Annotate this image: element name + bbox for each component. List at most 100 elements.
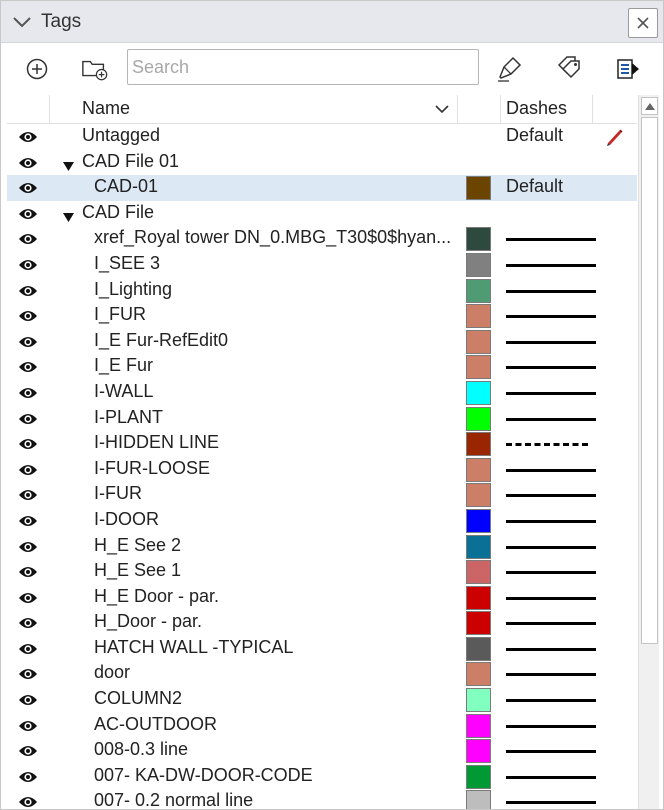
visibility-eye-icon[interactable] — [18, 206, 38, 222]
tag-row[interactable]: I-HIDDEN LINE — [7, 431, 637, 457]
tag-row[interactable]: I_SEE 3 — [7, 252, 637, 278]
tag-name[interactable]: Untagged — [82, 125, 160, 146]
solid-line-pattern[interactable] — [506, 315, 596, 319]
visibility-eye-icon[interactable] — [18, 487, 38, 503]
dashes-value[interactable]: Default — [506, 176, 563, 197]
visibility-eye-icon[interactable] — [18, 743, 38, 759]
tag-name[interactable]: I_FUR — [94, 304, 146, 325]
color-swatch[interactable] — [466, 406, 491, 431]
color-swatch[interactable] — [466, 764, 491, 789]
visibility-eye-icon[interactable] — [18, 257, 38, 273]
tag-row[interactable]: H_E Door - par. — [7, 585, 637, 611]
search-input[interactable] — [127, 49, 479, 85]
color-swatch[interactable] — [466, 688, 491, 713]
column-header-dashes[interactable]: Dashes — [506, 98, 567, 119]
solid-line-pattern[interactable] — [506, 366, 596, 370]
column-divider[interactable] — [49, 95, 50, 124]
expand-caret-icon[interactable] — [63, 158, 74, 171]
tag-row[interactable]: COLUMN2 — [7, 687, 637, 713]
color-swatch[interactable] — [466, 380, 491, 405]
tag-row[interactable]: AC-OUTDOOR — [7, 713, 637, 739]
visibility-eye-icon[interactable] — [18, 129, 38, 145]
color-swatch[interactable] — [466, 662, 491, 687]
column-divider[interactable] — [457, 95, 458, 124]
visibility-eye-icon[interactable] — [18, 564, 38, 580]
solid-line-pattern[interactable] — [506, 596, 596, 600]
tag-row[interactable]: CAD-01 Default — [7, 175, 637, 201]
solid-line-pattern[interactable] — [506, 494, 596, 498]
tag-tools-button[interactable] — [555, 55, 583, 83]
tag-name[interactable]: I-DOOR — [94, 509, 159, 530]
tag-name[interactable]: I_E Fur — [94, 355, 153, 376]
tag-row[interactable]: I_E Fur-RefEdit0 — [7, 329, 637, 355]
solid-line-pattern[interactable] — [506, 699, 596, 703]
tag-name[interactable]: I-PLANT — [94, 407, 163, 428]
tag-row[interactable]: xref_Royal tower DN_0.MBG_T30$0$hyan... — [7, 226, 637, 252]
color-swatch[interactable] — [466, 508, 491, 533]
tag-row[interactable]: I_Lighting — [7, 278, 637, 304]
color-swatch[interactable] — [466, 176, 491, 201]
scroll-up-button[interactable] — [641, 97, 658, 115]
visibility-eye-icon[interactable] — [18, 641, 38, 657]
visibility-eye-icon[interactable] — [18, 794, 38, 809]
tag-name[interactable]: I_E Fur-RefEdit0 — [94, 330, 228, 351]
solid-line-pattern[interactable] — [506, 468, 596, 472]
color-swatch[interactable] — [466, 739, 491, 764]
visibility-eye-icon[interactable] — [18, 513, 38, 529]
active-tag-pencil-icon[interactable] — [604, 127, 624, 147]
tag-row[interactable]: HATCH WALL -TYPICAL — [7, 636, 637, 662]
vertical-scrollbar[interactable] — [638, 95, 659, 809]
tag-name[interactable]: 007- KA-DW-DOOR-CODE — [94, 765, 313, 786]
tag-name[interactable]: I-WALL — [94, 381, 153, 402]
color-swatch[interactable] — [466, 790, 491, 809]
column-divider[interactable] — [592, 95, 593, 124]
color-swatch[interactable] — [466, 585, 491, 610]
tag-row[interactable]: Untagged Default — [7, 124, 637, 150]
visibility-eye-icon[interactable] — [18, 692, 38, 708]
tag-name[interactable]: 008-0.3 line — [94, 739, 188, 760]
tag-row[interactable]: door — [7, 661, 637, 687]
visibility-eye-icon[interactable] — [18, 462, 38, 478]
tag-name[interactable]: I-FUR-LOOSE — [94, 458, 210, 479]
tag-folder-row[interactable]: CAD File — [7, 201, 637, 227]
tag-row[interactable]: I-PLANT — [7, 406, 637, 432]
sort-chevron-icon[interactable] — [435, 104, 449, 114]
column-header-name[interactable]: Name — [82, 98, 130, 119]
panel-titlebar[interactable]: Tags — [1, 1, 663, 43]
visibility-eye-icon[interactable] — [18, 155, 38, 171]
color-swatch[interactable] — [466, 611, 491, 636]
tag-name[interactable]: CAD File 01 — [82, 151, 179, 172]
color-swatch[interactable] — [466, 483, 491, 508]
tag-name[interactable]: I_SEE 3 — [94, 253, 160, 274]
tag-name[interactable]: COLUMN2 — [94, 688, 182, 709]
visibility-eye-icon[interactable] — [18, 411, 38, 427]
visibility-eye-icon[interactable] — [18, 539, 38, 555]
visibility-eye-icon[interactable] — [18, 180, 38, 196]
solid-line-pattern[interactable] — [506, 750, 596, 754]
tag-name[interactable]: I-HIDDEN LINE — [94, 432, 219, 453]
tag-name[interactable]: CAD File — [82, 202, 154, 223]
solid-line-pattern[interactable] — [506, 519, 596, 523]
dashed-line-pattern[interactable] — [506, 443, 588, 447]
solid-line-pattern[interactable] — [506, 801, 596, 805]
close-button[interactable] — [628, 8, 658, 38]
tag-row[interactable]: I-FUR-LOOSE — [7, 457, 637, 483]
scroll-thumb[interactable] — [641, 117, 658, 644]
color-swatch[interactable] — [466, 227, 491, 252]
visibility-eye-icon[interactable] — [18, 666, 38, 682]
tag-row[interactable]: 007- 0.2 normal line — [7, 789, 637, 809]
expand-caret-icon[interactable] — [63, 209, 74, 222]
color-by-tag-button[interactable] — [495, 55, 523, 83]
visibility-eye-icon[interactable] — [18, 590, 38, 606]
color-swatch[interactable] — [466, 457, 491, 482]
collapse-chevron-icon[interactable] — [13, 15, 31, 29]
color-swatch[interactable] — [466, 252, 491, 277]
tag-name[interactable]: I-FUR — [94, 483, 142, 504]
tag-row[interactable]: H_Door - par. — [7, 610, 637, 636]
solid-line-pattern[interactable] — [506, 673, 596, 677]
solid-line-pattern[interactable] — [506, 238, 596, 242]
tag-name[interactable]: 007- 0.2 normal line — [94, 790, 253, 809]
color-swatch[interactable] — [466, 432, 491, 457]
solid-line-pattern[interactable] — [506, 571, 596, 575]
solid-line-pattern[interactable] — [506, 647, 596, 651]
